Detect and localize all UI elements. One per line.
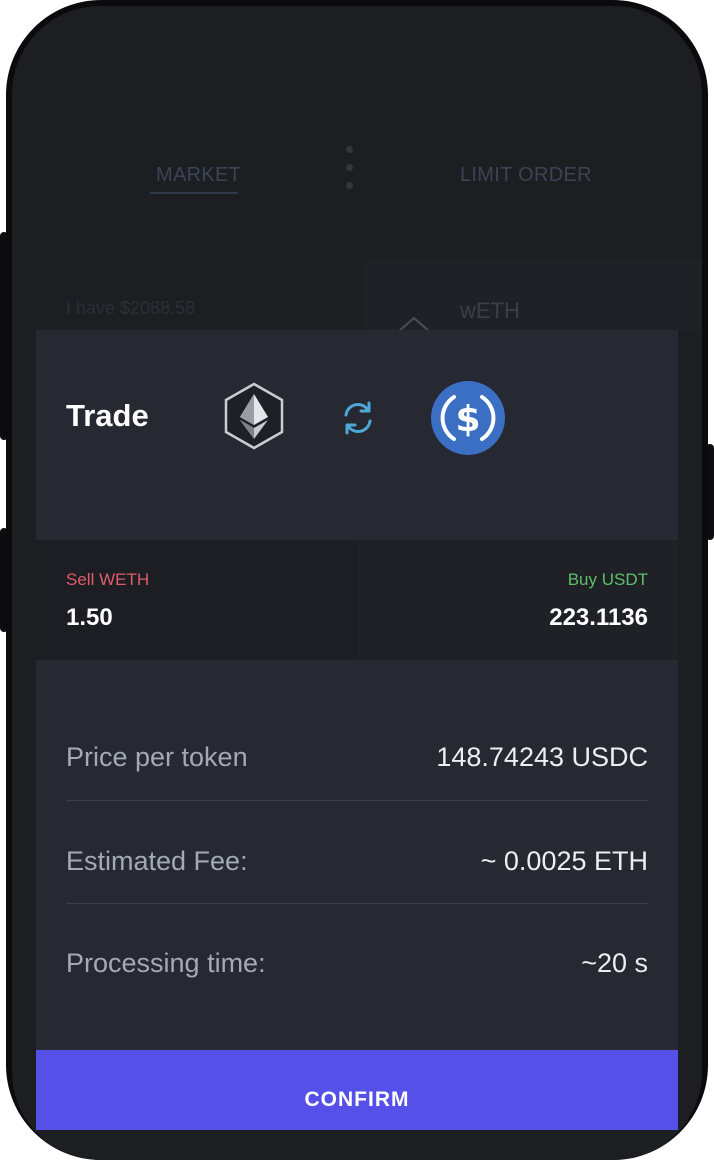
modal-title: Trade [66, 398, 149, 433]
bg-token-label: wETH [460, 298, 520, 323]
detail-estimated-fee: Estimated Fee: ~ 0.0025 ETH [66, 846, 648, 906]
confirm-button[interactable]: CONFIRM [36, 1050, 678, 1130]
swap-arrows-icon[interactable] [338, 398, 378, 438]
sell-amount: 1.50 [66, 604, 113, 631]
tab-divider-dots [346, 146, 354, 200]
detail-label: Processing time: [66, 948, 266, 978]
ethereum-icon [224, 382, 284, 450]
tab-market-underline [150, 192, 238, 194]
detail-label: Estimated Fee: [66, 846, 248, 876]
buy-label: Buy USDT [567, 570, 648, 589]
tab-market[interactable]: MARKET [156, 164, 241, 187]
detail-price-per-token: Price per token 148.74243 USDC [66, 742, 648, 802]
phone-frame: MARKET LIMIT ORDER I have $2088.58 wETH … [6, 0, 708, 1160]
sell-panel: Sell WETH 1.50 [36, 540, 358, 660]
tab-limit-order[interactable]: LIMIT ORDER [460, 164, 592, 187]
buy-panel: Buy USDT 223.1136 [358, 540, 678, 660]
detail-value: ~ 0.0025 ETH [480, 846, 648, 876]
phone-screen: MARKET LIMIT ORDER I have $2088.58 wETH … [12, 6, 702, 1160]
detail-processing-time: Processing time: ~20 s [66, 948, 648, 1008]
bg-balance-text: I have $2088.58 [66, 298, 196, 318]
detail-value: 148.74243 USDC [436, 742, 648, 772]
svg-text:$: $ [455, 399, 480, 440]
trade-modal: Trade $ Sell WETH 1.50 Buy USDT 223.1136… [36, 330, 678, 1130]
usdc-icon: $ [431, 381, 505, 455]
divider [66, 800, 648, 801]
detail-label: Price per token [66, 742, 248, 772]
divider [66, 903, 648, 904]
buy-amount: 223.1136 [549, 604, 648, 631]
trade-summary: Sell WETH 1.50 Buy USDT 223.1136 [36, 540, 678, 660]
sell-label: Sell WETH [66, 570, 150, 589]
detail-value: ~20 s [581, 948, 648, 978]
